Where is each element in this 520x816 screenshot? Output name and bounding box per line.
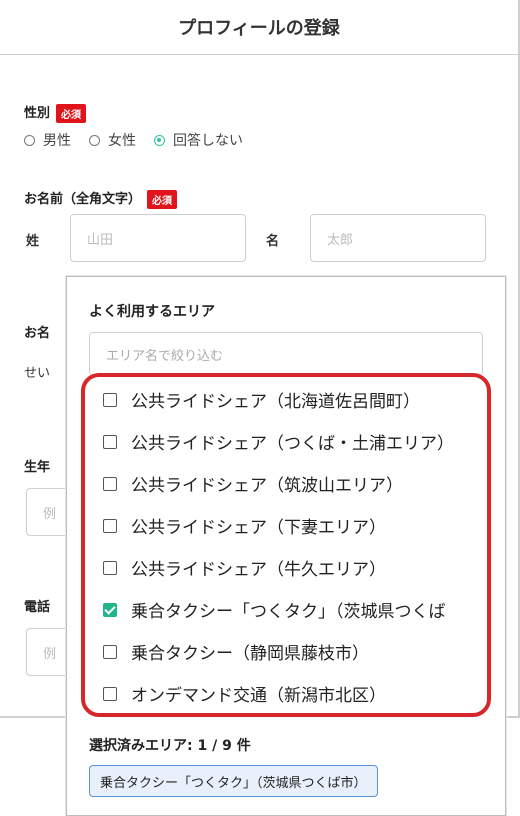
area-option-label: 公共ライドシェア（下妻エリア） — [131, 518, 386, 538]
checkbox-icon[interactable] — [103, 392, 117, 407]
kana-label: お名 — [24, 326, 51, 341]
last-name-input[interactable]: 山田 — [70, 214, 246, 262]
name-label: お名前（全角文字） — [24, 192, 142, 207]
area-option-label: 公共ライドシェア（つくば・土浦エリア） — [131, 434, 454, 454]
kana-last-label: せい — [24, 366, 51, 381]
checkbox-icon[interactable] — [103, 644, 117, 659]
area-option[interactable]: 公共ライドシェア（北海道佐呂間町） — [103, 387, 420, 412]
area-panel-title: よく利用するエリア — [89, 304, 215, 320]
area-filter-input[interactable]: エリア名で絞り込む — [89, 332, 483, 376]
first-name-label: 名 — [266, 234, 280, 249]
area-select-panel: よく利用するエリア エリア名で絞り込む 公共ライドシェア（北海道佐呂間町） 公共… — [66, 276, 506, 816]
required-badge: 必須 — [56, 104, 87, 123]
name-label-row: お名前（全角文字） 必須 — [24, 188, 178, 209]
area-option-list[interactable]: 公共ライドシェア（北海道佐呂間町） 公共ライドシェア（つくば・土浦エリア） 公共… — [81, 373, 491, 717]
checkbox-icon[interactable] — [103, 518, 117, 533]
area-option[interactable]: 公共ライドシェア（下妻エリア） — [103, 513, 386, 538]
radio-label: 女性 — [108, 133, 136, 149]
radio-circle-icon — [89, 134, 100, 146]
area-option[interactable]: 公共ライドシェア（牛久エリア） — [103, 555, 386, 580]
phone-label: 電話 — [24, 600, 51, 615]
area-option[interactable]: 公共ライドシェア（つくば・土浦エリア） — [103, 429, 454, 454]
last-name-label: 姓 — [26, 234, 40, 249]
page-title: プロフィールの登録 — [0, 0, 518, 55]
area-option-label: 乗合タクシー「つくタク」（茨城県つくば — [131, 602, 446, 622]
selected-area-chip[interactable]: 乗合タクシー「つくタク」（茨城県つくば市） — [89, 765, 378, 797]
area-option-label: オンデマンド交通（新潟市北区） — [131, 686, 386, 706]
area-option-label: 乗合タクシー（静岡県藤枝市） — [131, 644, 369, 664]
radio-no-answer[interactable]: 回答しない — [154, 130, 243, 150]
radio-male[interactable]: 男性 — [24, 130, 71, 150]
birth-label: 生年 — [24, 460, 51, 475]
area-option-label: 公共ライドシェア（牛久エリア） — [131, 560, 386, 580]
area-option-selected[interactable]: 乗合タクシー「つくタク」（茨城県つくば — [103, 597, 446, 622]
radio-selected-icon — [154, 134, 165, 146]
checkbox-icon[interactable] — [103, 686, 117, 701]
checkbox-checked-icon[interactable] — [103, 602, 117, 617]
area-option[interactable]: オンデマンド交通（新潟市北区） — [103, 681, 386, 706]
gender-label: 性別 — [24, 106, 51, 121]
area-option[interactable]: 乗合タクシー（静岡県藤枝市） — [103, 639, 369, 664]
radio-female[interactable]: 女性 — [89, 130, 136, 150]
first-name-input[interactable]: 太郎 — [310, 214, 486, 262]
checkbox-icon[interactable] — [103, 434, 117, 449]
checkbox-icon[interactable] — [103, 476, 117, 491]
area-option[interactable]: 公共ライドシェア（筑波山エリア） — [103, 471, 403, 496]
area-option-label: 公共ライドシェア（筑波山エリア） — [131, 476, 403, 496]
gender-label-row: 性別 必須 — [24, 102, 87, 123]
area-option-label: 公共ライドシェア（北海道佐呂間町） — [131, 392, 420, 412]
checkbox-icon[interactable] — [103, 560, 117, 575]
radio-label: 回答しない — [173, 133, 243, 149]
gender-radio-group: 男性 女性 回答しない — [24, 130, 261, 150]
selected-count-text: 選択済みエリア: 1 / 9 件 — [89, 738, 251, 754]
radio-circle-icon — [24, 134, 35, 146]
radio-label: 男性 — [43, 133, 71, 149]
required-badge: 必須 — [147, 190, 178, 209]
